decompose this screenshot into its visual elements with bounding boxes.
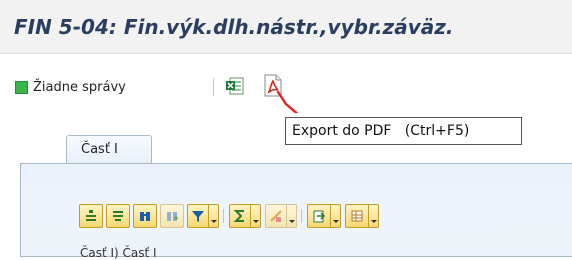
breadcrumb: Časť I) Časť I xyxy=(80,246,157,260)
message-label: Žiadne správy xyxy=(33,79,126,95)
find-next-button[interactable] xyxy=(160,204,184,228)
export-dropdown[interactable] xyxy=(331,204,341,228)
tab-label: Časť I xyxy=(81,142,118,157)
find-button[interactable] xyxy=(133,204,157,228)
toolbar-separator xyxy=(213,78,214,96)
tooltip: Export do PDF (Ctrl+F5) xyxy=(285,117,522,145)
export-button[interactable] xyxy=(307,204,331,228)
sum-button[interactable] xyxy=(229,204,251,228)
filter-list-icon xyxy=(113,211,123,221)
export-icon xyxy=(313,210,326,223)
tab-cast-i[interactable]: Časť I xyxy=(66,135,152,163)
status-green-icon xyxy=(15,80,28,94)
filter-list-button[interactable] xyxy=(106,204,130,228)
subtotal-dropdown[interactable] xyxy=(287,204,297,228)
toolbar-separator-1 xyxy=(223,209,224,223)
message-status[interactable]: Žiadne správy xyxy=(15,78,126,96)
align-icon xyxy=(86,210,96,221)
filter-dropdown[interactable] xyxy=(209,204,219,228)
title-bar: FIN 5-04: Fin.výk.dlh.nástr.,vybr.záväz. xyxy=(0,0,572,54)
filter-button[interactable] xyxy=(187,204,209,228)
find-icon xyxy=(140,212,150,221)
filter-icon xyxy=(192,211,204,222)
layout-icon xyxy=(351,210,363,222)
find-next-icon xyxy=(167,212,178,221)
layout-dropdown[interactable] xyxy=(369,204,379,228)
align-button[interactable] xyxy=(79,204,103,228)
sum-dropdown[interactable] xyxy=(251,204,261,228)
sum-icon xyxy=(233,210,244,222)
excel-export-icon xyxy=(226,77,244,95)
toolbar-separator-2 xyxy=(301,209,302,223)
subtotal-icon xyxy=(270,210,282,222)
layout-button[interactable] xyxy=(345,204,369,228)
subtotal-button[interactable] xyxy=(265,204,287,228)
window-title: FIN 5-04: Fin.výk.dlh.nástr.,vybr.záväz. xyxy=(14,15,454,39)
excel-export-button[interactable] xyxy=(224,75,246,97)
